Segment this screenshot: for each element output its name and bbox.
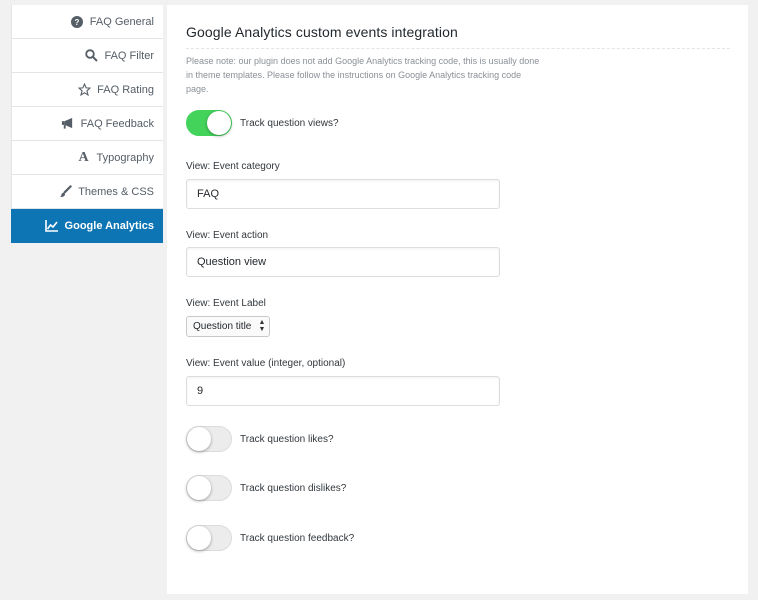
track-feedback-label: Track question feedback?	[240, 532, 355, 544]
event-label-select[interactable]: Question title ▲ ▼	[186, 316, 271, 337]
track-views-label: Track question views?	[240, 117, 339, 129]
event-action-input[interactable]	[186, 247, 500, 277]
track-dislikes-row: Track question dislikes?	[186, 475, 346, 501]
title-divider	[186, 48, 730, 49]
sidebar-item-faq-feedback[interactable]: FAQ Feedback	[11, 107, 163, 141]
tracking-note: Please note: our plugin does not add Goo…	[186, 56, 540, 94]
sidebar-item-label: Google Analytics	[64, 219, 154, 232]
settings-sidebar: ? FAQ General FAQ Filter FAQ Rating FAQ …	[11, 5, 163, 243]
sidebar-item-faq-general[interactable]: ? FAQ General	[11, 5, 163, 39]
toggle-knob	[187, 427, 211, 451]
question-circle-icon: ?	[70, 15, 84, 29]
sidebar-item-label: FAQ Rating	[97, 83, 154, 96]
event-value-input[interactable]	[186, 376, 500, 406]
sidebar-item-label: FAQ General	[89, 15, 154, 28]
sidebar-item-typography[interactable]: A Typography	[11, 141, 163, 175]
event-value-label: View: Event value (integer, optional)	[186, 358, 346, 369]
search-icon	[84, 49, 98, 63]
svg-text:?: ?	[74, 18, 79, 27]
sidebar-item-faq-filter[interactable]: FAQ Filter	[11, 39, 163, 73]
track-feedback-toggle[interactable]	[186, 525, 232, 551]
toggle-knob	[187, 526, 211, 550]
settings-panel: Google Analytics custom events integrati…	[167, 5, 748, 594]
toggle-knob	[207, 111, 231, 135]
event-category-input[interactable]	[186, 179, 500, 209]
track-likes-toggle[interactable]	[186, 426, 232, 452]
sidebar-item-label: Themes & CSS	[78, 185, 154, 198]
select-arrows-icon: ▲ ▼	[258, 319, 266, 333]
paintbrush-icon	[58, 185, 72, 199]
track-views-toggle[interactable]	[186, 110, 232, 136]
star-icon	[77, 83, 91, 97]
track-dislikes-label: Track question dislikes?	[240, 482, 347, 494]
sidebar-item-themes-css[interactable]: Themes & CSS	[11, 175, 163, 209]
toggle-knob	[187, 476, 211, 500]
event-category-label: View: Event category	[186, 161, 280, 172]
sidebar-item-label: FAQ Feedback	[80, 117, 154, 130]
panel-title: Google Analytics custom events integrati…	[186, 24, 458, 40]
event-label-label: View: Event Label	[186, 298, 266, 309]
track-feedback-row: Track question feedback?	[186, 525, 354, 551]
track-dislikes-toggle[interactable]	[186, 475, 232, 501]
typography-icon: A	[78, 149, 89, 165]
track-likes-row: Track question likes?	[186, 426, 334, 452]
chart-line-icon	[44, 219, 59, 233]
track-views-row: Track question views?	[186, 110, 339, 136]
sidebar-item-label: FAQ Filter	[104, 49, 154, 62]
event-label-selected: Question title	[193, 321, 252, 332]
sidebar-item-label: Typography	[96, 151, 154, 164]
track-likes-label: Track question likes?	[240, 433, 334, 445]
megaphone-icon	[61, 117, 75, 131]
sidebar-item-google-analytics[interactable]: Google Analytics	[11, 209, 163, 243]
sidebar-item-faq-rating[interactable]: FAQ Rating	[11, 73, 163, 107]
event-action-label: View: Event action	[186, 230, 269, 241]
